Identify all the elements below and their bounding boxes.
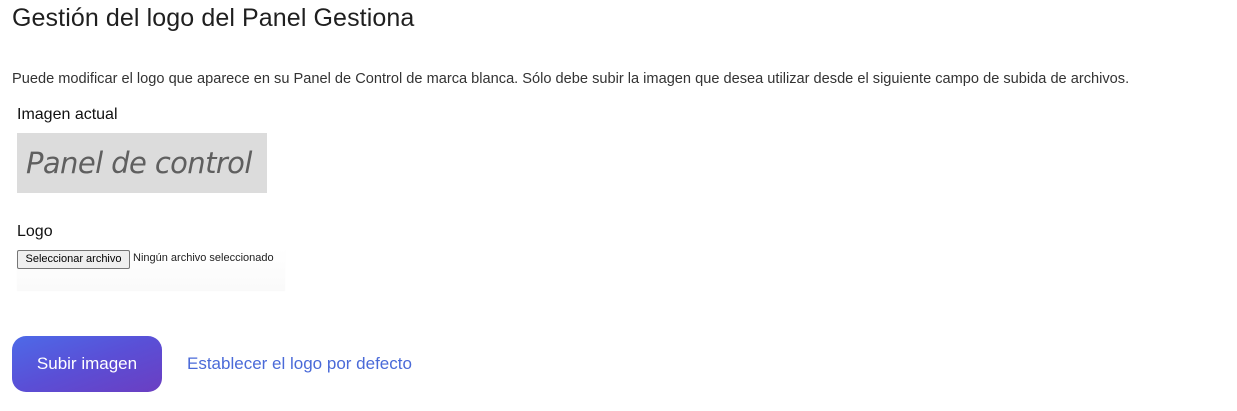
page-title: Gestión del logo del Panel Gestiona: [12, 4, 415, 32]
current-logo-text: Panel de control: [26, 146, 252, 180]
file-status-text: Ningún archivo seleccionado: [133, 252, 274, 264]
logo-file-input[interactable]: Seleccionar archivo Ningún archivo selec…: [17, 249, 285, 290]
set-default-logo-link[interactable]: Establecer el logo por defecto: [187, 354, 412, 374]
current-logo-image: Panel de control: [17, 133, 267, 193]
select-file-button[interactable]: Seleccionar archivo: [17, 250, 130, 269]
upload-image-button[interactable]: Subir imagen: [12, 336, 162, 392]
page-description: Puede modificar el logo que aparece en s…: [12, 71, 1130, 87]
current-image-label: Imagen actual: [17, 106, 118, 123]
logo-field-label: Logo: [17, 223, 53, 240]
